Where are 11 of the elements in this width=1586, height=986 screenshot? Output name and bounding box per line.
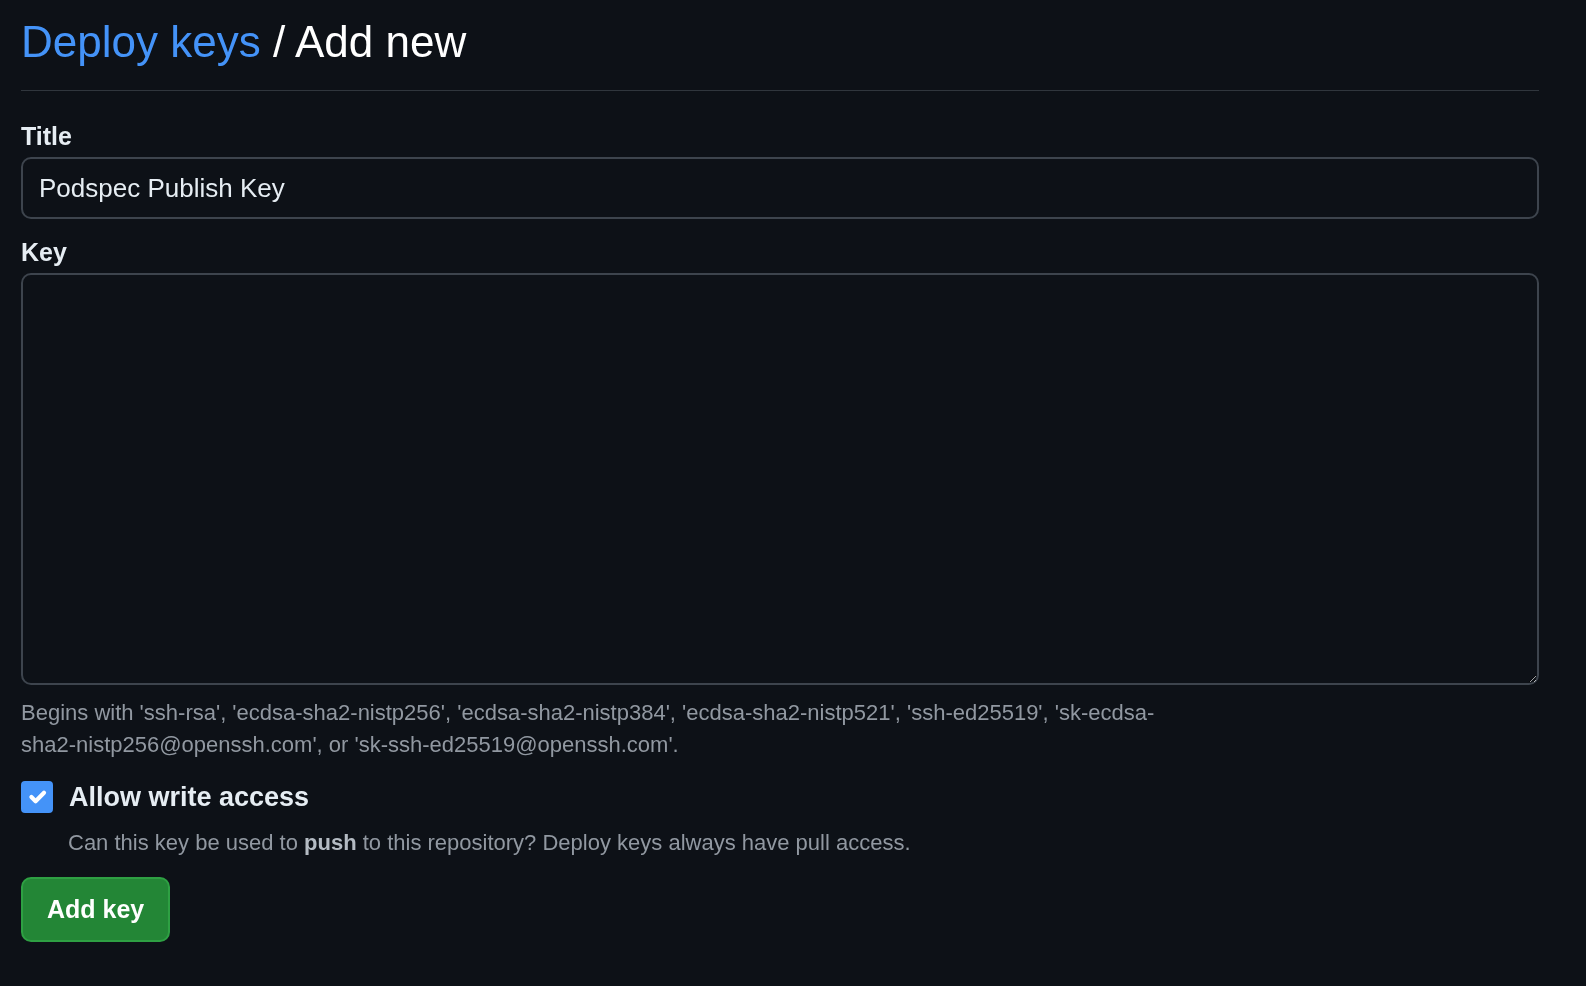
checkbox-description: Can this key be used to push to this repository? Deploy keys always have pull access. — [68, 828, 912, 857]
page-title: Add new — [294, 17, 467, 66]
write-access-checkbox[interactable] — [21, 781, 53, 814]
field-label: Key — [21, 237, 68, 267]
field-label: Title — [21, 121, 73, 151]
breadcrumb-link[interactable]: Deploy keys — [21, 17, 261, 66]
help-text: Begins with 'ssh-rsa', 'ecdsa-sha2-nistp256', 'ecdsa-sha2-nistp384', 'ecdsa-sha2-nistp521', 'ssh-ed25519', 'sk-ecdsa-sha2-nistp256@openssh.com', or 'sk-ssh-ed25519@openssh.com'. — [21, 699, 1156, 759]
checkbox-label: Allow write access — [69, 781, 310, 814]
title-input[interactable]: Podspec Publish Key — [21, 157, 1539, 219]
breadcrumb-separator: / — [272, 17, 286, 66]
add-key-button[interactable]: Add key — [21, 876, 171, 942]
